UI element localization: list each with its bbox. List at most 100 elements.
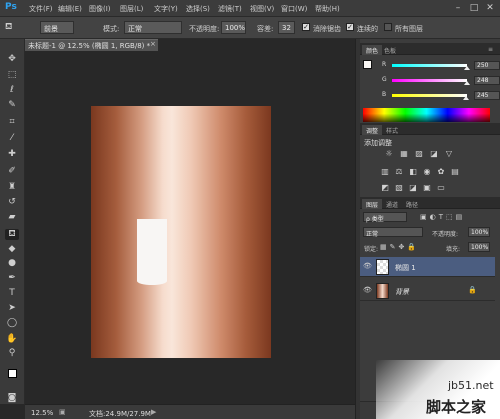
channel-b-label: B — [382, 91, 387, 98]
fg-color-swatch[interactable] — [363, 60, 372, 69]
quick-select-tool-icon[interactable]: ✎ — [5, 100, 19, 111]
brush-tool-icon[interactable]: ✐ — [5, 166, 19, 177]
menu-help[interactable]: 帮助(H) — [315, 4, 340, 14]
photoshop-logo: Ps — [5, 2, 17, 12]
vibrance-icon[interactable]: ▽ — [444, 149, 454, 158]
black-white-icon[interactable]: ◧ — [408, 167, 418, 176]
lock-icons[interactable]: ▦✎✥🔒 — [380, 243, 419, 251]
blend-mode-select[interactable]: 正常 — [363, 227, 423, 238]
minimize-icon[interactable]: – — [452, 2, 464, 14]
levels-icon[interactable]: ▦ — [399, 149, 409, 158]
menu-image[interactable]: 图像(I) — [89, 4, 111, 14]
move-tool-icon[interactable]: ✥ — [5, 54, 19, 65]
threshold-icon[interactable]: ◪ — [408, 183, 418, 192]
paint-bucket-icon[interactable]: ⛾ — [5, 22, 12, 33]
curves-icon[interactable]: ▨ — [414, 149, 424, 158]
shape-tool-icon[interactable]: ◯ — [5, 318, 19, 329]
tolerance-field[interactable]: 32 — [278, 21, 295, 34]
menu-window[interactable]: 窗口(W) — [281, 4, 307, 14]
contiguous-checkbox[interactable]: ✓ — [346, 23, 354, 31]
photo-filter-icon[interactable]: ◉ — [422, 167, 432, 176]
menu-view[interactable]: 视图(V) — [250, 4, 274, 14]
visibility-eye-icon[interactable]: 👁 — [363, 286, 372, 294]
slider-r[interactable]: R 250 — [382, 61, 500, 71]
fill-source-select[interactable]: 前景 — [40, 21, 74, 34]
opacity-field[interactable]: 100% — [221, 21, 246, 34]
channel-r-value[interactable]: 250 — [474, 61, 500, 70]
menu-type[interactable]: 文字(Y) — [154, 4, 178, 14]
paint-bucket-tool-icon[interactable]: ⛾ — [5, 229, 19, 240]
hand-tool-icon[interactable]: ✋ — [5, 334, 19, 345]
status-menu-icon[interactable]: ▣ — [59, 408, 66, 416]
history-brush-tool-icon[interactable]: ↺ — [5, 197, 19, 208]
clone-stamp-tool-icon[interactable]: ♜ — [5, 182, 19, 193]
menu-select[interactable]: 选择(S) — [186, 4, 210, 14]
pen-tool-icon[interactable]: ✒ — [5, 273, 19, 284]
layer-opacity-field[interactable]: 100% — [468, 227, 490, 237]
channel-mixer-icon[interactable]: ✿ — [436, 167, 446, 176]
color-spectrum-bar[interactable] — [363, 108, 490, 122]
dodge-tool-icon[interactable]: ● — [5, 258, 19, 269]
menu-file[interactable]: 文件(F) — [29, 4, 53, 14]
selective-color-icon[interactable]: ▣ — [422, 183, 432, 192]
foreground-color-swatch[interactable] — [8, 369, 17, 378]
layer-filter-icons[interactable]: ▣◐T⬚▤ — [420, 213, 465, 221]
channel-r-label: R — [382, 61, 387, 68]
crop-tool-icon[interactable]: ⌗ — [5, 117, 19, 128]
watermark-domain: jb51.net — [448, 379, 494, 392]
all-layers-checkbox[interactable] — [384, 23, 392, 31]
menu-edit[interactable]: 编辑(E) — [58, 4, 82, 14]
opacity-label: 不透明度: — [189, 25, 220, 33]
lock-label: 锁定: — [364, 246, 379, 253]
eraser-tool-icon[interactable]: ▰ — [5, 212, 19, 223]
color-balance-icon[interactable]: ⚖ — [394, 167, 404, 176]
fill-field[interactable]: 100% — [468, 242, 490, 252]
path-select-tool-icon[interactable]: ➤ — [5, 303, 19, 314]
exposure-icon[interactable]: ◪ — [429, 149, 439, 158]
layer-row-background[interactable]: 👁 背景 🔒 — [360, 281, 495, 301]
layer-row-ellipse[interactable]: 👁 椭圆 1 — [360, 257, 495, 277]
channel-g-value[interactable]: 248 — [474, 76, 500, 85]
tab-color[interactable]: 颜色 — [362, 45, 383, 55]
layer-filter-select[interactable]: ρ 类型 — [363, 212, 407, 223]
panel-menu-icon[interactable]: ≡ — [484, 45, 497, 55]
blur-tool-icon[interactable]: ◆ — [5, 244, 19, 255]
invert-icon[interactable]: ◩ — [380, 183, 390, 192]
menu-layer[interactable]: 图层(L) — [120, 4, 143, 14]
layer-name[interactable]: 背景 — [395, 287, 409, 297]
zoom-tool-icon[interactable]: ⚲ — [5, 348, 19, 359]
layer-name[interactable]: 椭圆 1 — [395, 263, 416, 273]
slider-b[interactable]: B 245 — [382, 91, 500, 101]
antialias-checkbox[interactable]: ✓ — [302, 23, 310, 31]
eyedropper-tool-icon[interactable]: ⁄ — [5, 133, 19, 144]
type-tool-icon[interactable]: T — [5, 288, 19, 299]
tab-adjustments[interactable]: 调整 — [362, 125, 383, 135]
document-canvas[interactable] — [91, 106, 271, 358]
lasso-tool-icon[interactable]: ℓ — [5, 85, 19, 96]
zoom-level[interactable]: 12.5% — [31, 409, 53, 417]
tab-swatches[interactable]: 色板 — [380, 45, 400, 55]
ellipse-shape[interactable] — [137, 219, 167, 285]
tab-layers[interactable]: 图层 — [362, 199, 383, 209]
status-arrow-icon[interactable]: ▶ — [151, 408, 156, 416]
document-close-icon[interactable]: × — [150, 40, 156, 48]
tab-styles[interactable]: 样式 — [382, 125, 402, 135]
menu-filter[interactable]: 滤镜(T) — [218, 4, 242, 14]
slider-g[interactable]: G 248 — [382, 76, 500, 86]
marquee-tool-icon[interactable]: ⬚ — [5, 70, 19, 81]
close-icon[interactable]: ✕ — [484, 2, 496, 14]
visibility-eye-icon[interactable]: 👁 — [363, 262, 372, 270]
hue-saturation-icon[interactable]: ▥ — [380, 167, 390, 176]
maximize-icon[interactable]: □ — [468, 2, 480, 14]
brightness-contrast-icon[interactable]: ☼ — [384, 149, 394, 158]
color-lookup-icon[interactable]: ▤ — [450, 167, 460, 176]
gradient-map-icon[interactable]: ▭ — [436, 183, 446, 192]
posterize-icon[interactable]: ▧ — [394, 183, 404, 192]
healing-brush-tool-icon[interactable]: ✚ — [5, 149, 19, 160]
quick-mask-icon[interactable]: ◙ — [5, 393, 19, 404]
tab-paths[interactable]: 路径 — [402, 199, 422, 209]
tab-channels[interactable]: 通道 — [382, 199, 402, 209]
tolerance-label: 容差: — [257, 25, 274, 33]
mode-select[interactable]: 正常 — [124, 21, 182, 34]
channel-b-value[interactable]: 245 — [474, 91, 500, 100]
